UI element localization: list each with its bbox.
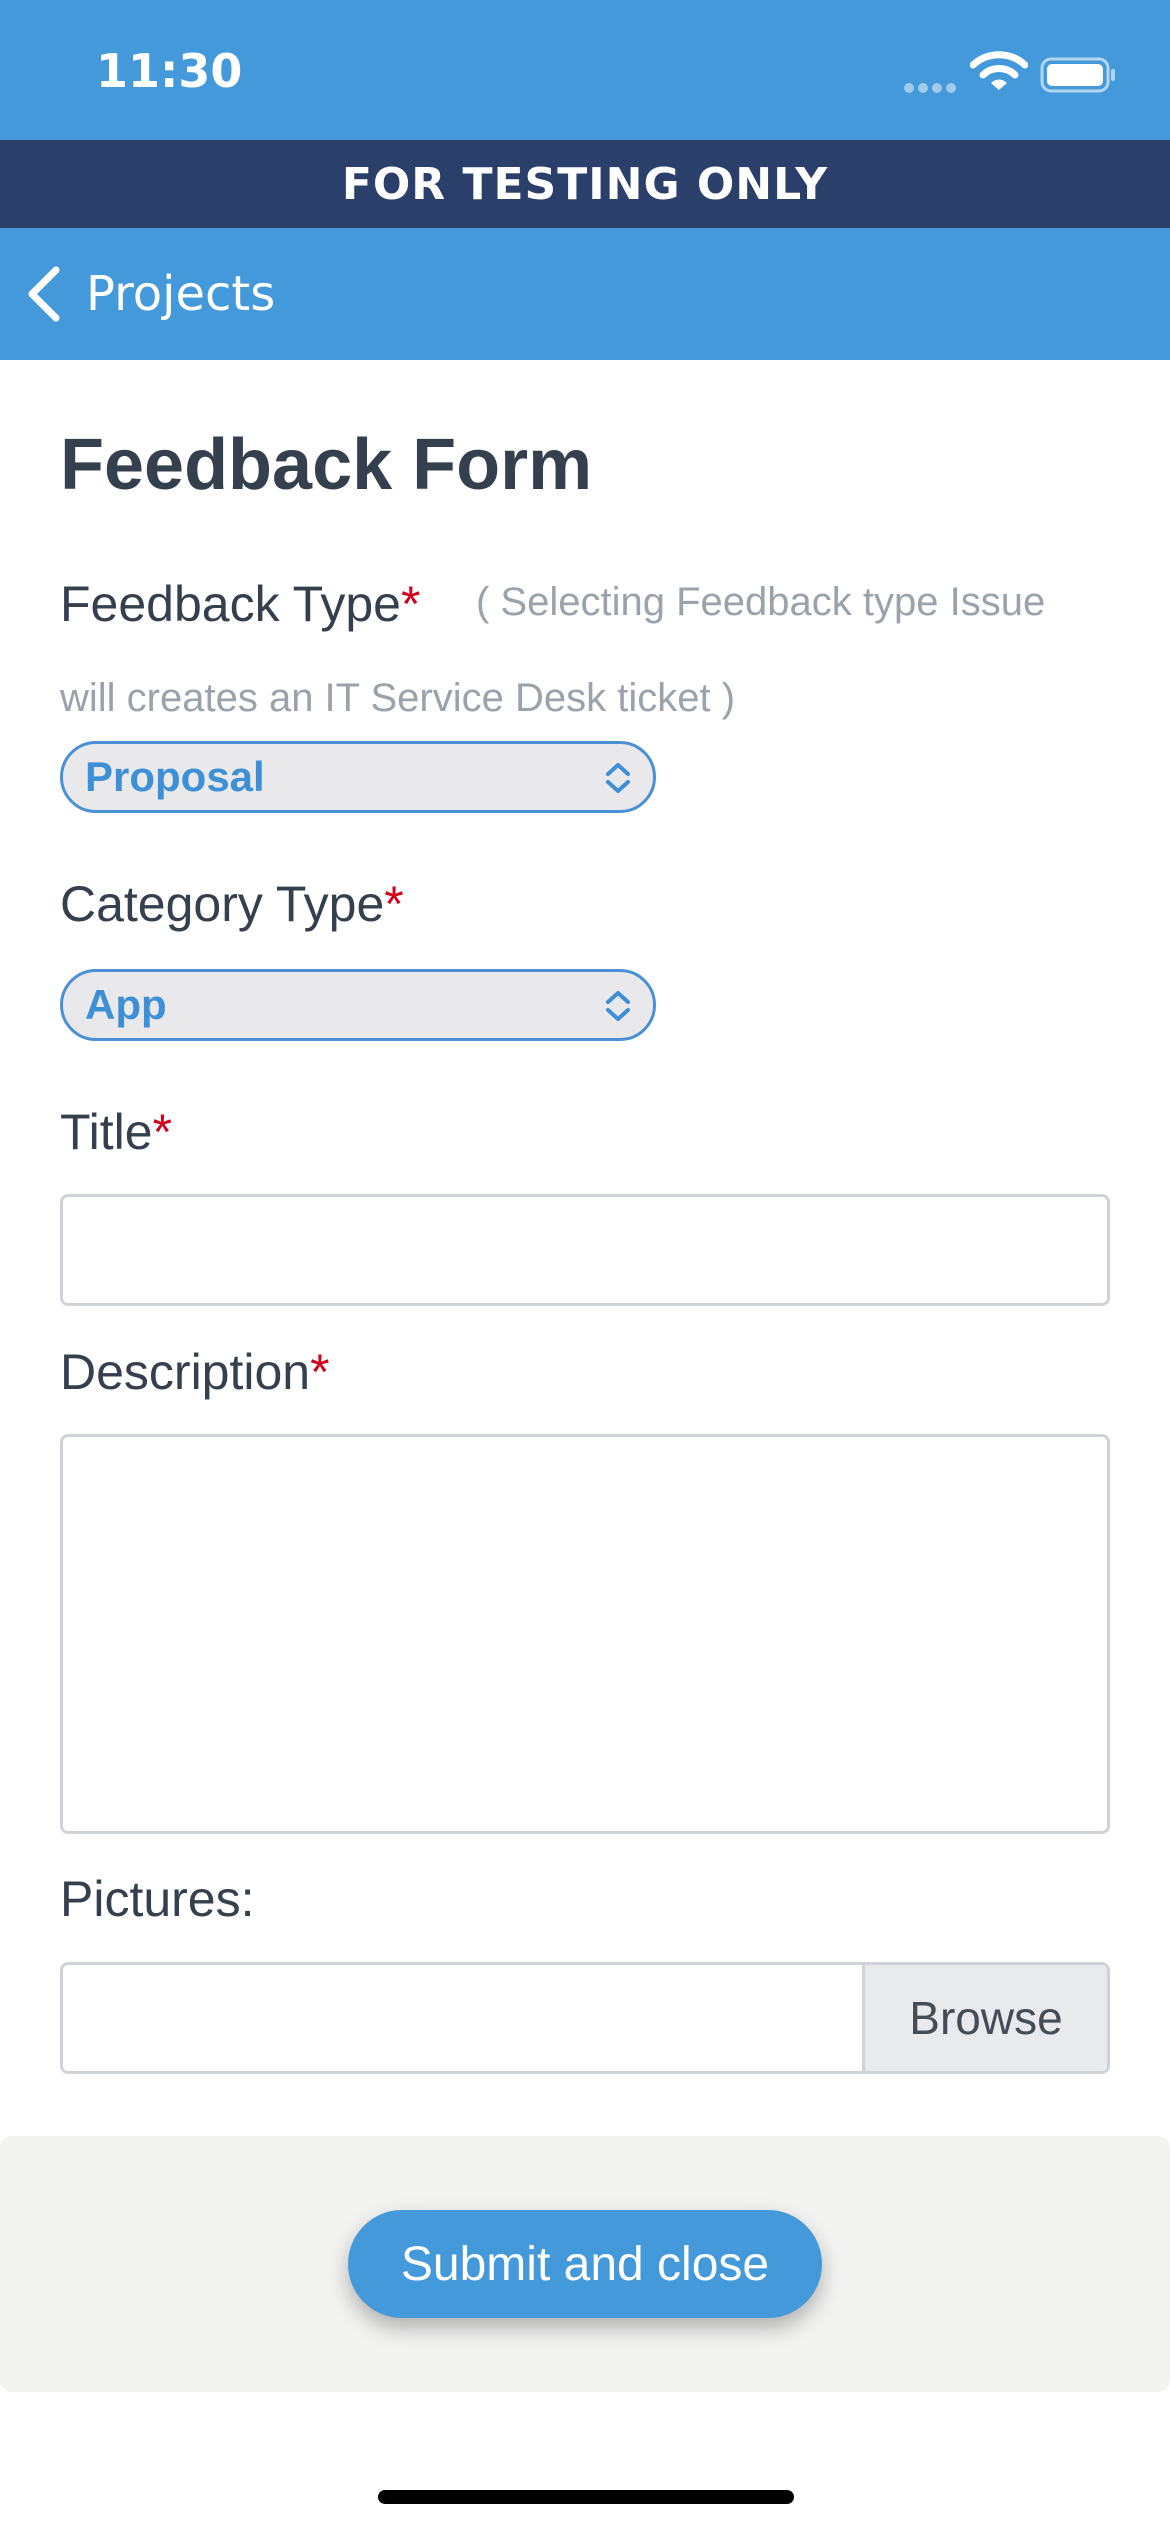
pictures-file-input[interactable]: Browse	[60, 1962, 1110, 2074]
required-marker: *	[152, 1104, 173, 1160]
feedback-type-hint-line1: ( Selecting Feedback type Issue	[476, 580, 1046, 624]
testing-banner: FOR TESTING ONLY	[0, 140, 1170, 228]
status-bar: 11:30	[0, 0, 1170, 140]
navigation-bar: Projects	[0, 228, 1170, 360]
chevron-up-down-icon	[606, 763, 630, 793]
required-marker: *	[384, 876, 404, 932]
signal-dots-icon	[904, 80, 960, 98]
feedback-type-label: Feedback Type*	[60, 576, 421, 632]
description-textarea[interactable]	[60, 1434, 1110, 1834]
submit-and-close-button[interactable]: Submit and close	[348, 2210, 822, 2318]
description-label: Description*	[60, 1344, 330, 1400]
battery-icon	[1040, 57, 1115, 93]
footer-panel: Submit and close	[0, 2136, 1170, 2392]
category-type-select[interactable]: App	[60, 969, 656, 1041]
page-title: Feedback Form	[60, 425, 593, 505]
category-type-label: Category Type*	[60, 876, 404, 932]
browse-button[interactable]: Browse	[862, 1965, 1107, 2071]
feedback-type-select[interactable]: Proposal	[60, 741, 656, 813]
feedback-type-selected-value: Proposal	[85, 753, 265, 800]
back-button[interactable]: Projects	[24, 228, 275, 360]
chevron-left-icon	[28, 266, 60, 322]
status-time: 11:30	[96, 44, 243, 98]
chevron-up-down-icon	[606, 991, 630, 1021]
home-indicator[interactable]	[378, 2490, 794, 2504]
required-marker: *	[310, 1344, 330, 1400]
required-marker: *	[400, 576, 421, 632]
wifi-icon	[970, 51, 1028, 90]
pictures-label: Pictures:	[60, 1871, 255, 1927]
category-type-selected-value: App	[85, 981, 167, 1028]
title-label: Title*	[60, 1104, 173, 1160]
title-input[interactable]	[60, 1194, 1110, 1306]
back-button-label: Projects	[86, 266, 276, 322]
feedback-type-hint-line2: will creates an IT Service Desk ticket )	[60, 676, 736, 720]
